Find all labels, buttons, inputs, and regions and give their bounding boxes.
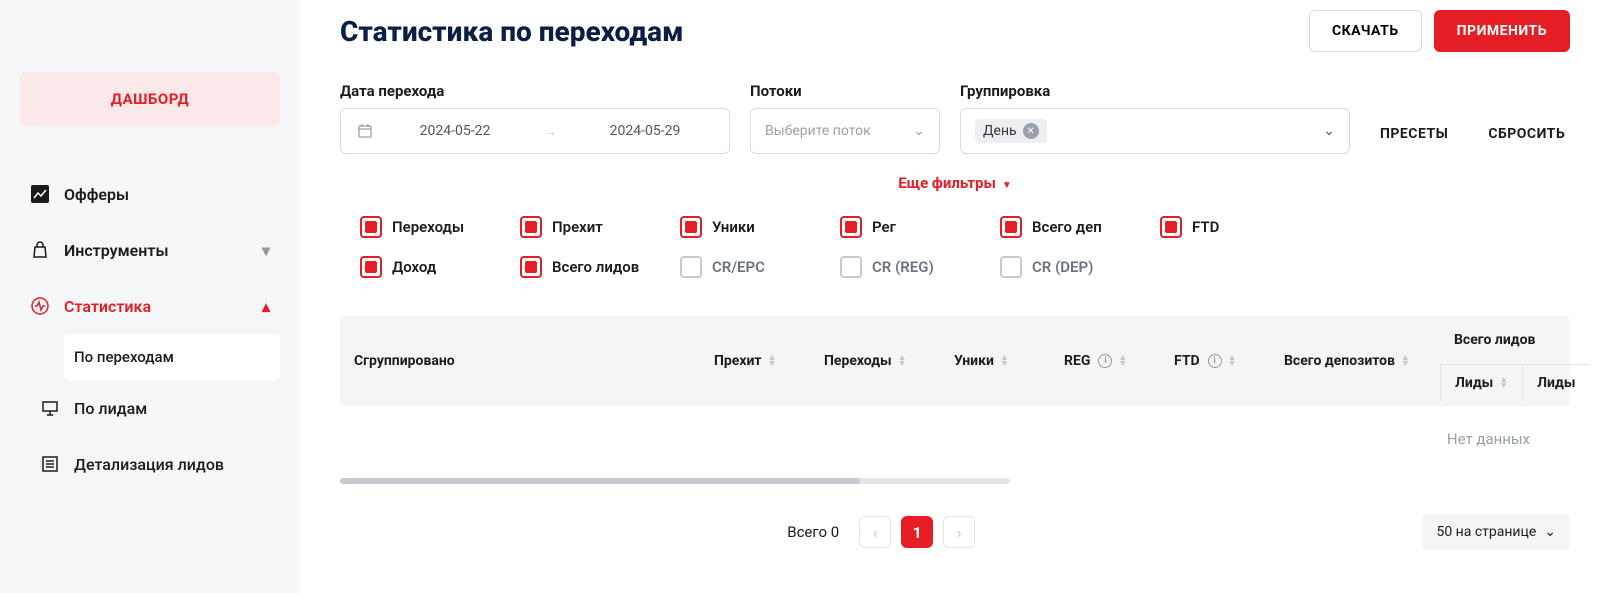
- sort-icon: ▲▼: [1499, 377, 1508, 389]
- chart-icon: [30, 184, 50, 204]
- col-toggle-crreg[interactable]: CR (REG): [840, 256, 980, 278]
- th-leads-sub2[interactable]: Лиды: [1522, 365, 1589, 401]
- th-prehit[interactable]: Прехит▲▼: [700, 353, 810, 369]
- sort-icon: ▲▼: [1401, 355, 1410, 367]
- column-toggles: Переходы Прехит Уники Рег Всего деп FTD …: [340, 216, 1570, 296]
- nav-label: Инструменты: [64, 241, 169, 260]
- list-icon: [40, 454, 60, 474]
- titlebar: Статистика по переходам СКАЧАТЬ ПРИМЕНИТ…: [340, 10, 1570, 52]
- th-uniques[interactable]: Уники▲▼: [940, 353, 1050, 369]
- reset-button[interactable]: СБРОСИТЬ: [1478, 114, 1575, 154]
- group-value: День: [983, 123, 1017, 139]
- subnav-by-clicks[interactable]: По переходам: [64, 334, 280, 380]
- nav-offers[interactable]: Офферы: [20, 166, 280, 222]
- chevron-up-icon: ▴: [262, 297, 270, 316]
- subnav-lead-detail[interactable]: Детализация лидов: [20, 436, 280, 492]
- sort-icon: ▲▼: [898, 355, 907, 367]
- close-icon[interactable]: ✕: [1023, 123, 1039, 139]
- table-header: Сгруппировано Прехит▲▼ Переходы▲▼ Уники▲…: [340, 316, 1570, 406]
- th-leads-sub1[interactable]: Лиды▲▼: [1440, 365, 1522, 401]
- presentation-icon: [40, 398, 60, 418]
- no-data-text: Нет данных: [340, 406, 1570, 448]
- chevron-down-icon: ⌄: [1544, 524, 1556, 540]
- th-clicks[interactable]: Переходы▲▼: [810, 353, 940, 369]
- sort-icon: ▲▼: [1118, 355, 1127, 367]
- download-button[interactable]: СКАЧАТЬ: [1309, 10, 1422, 52]
- triangle-down-icon: ▼: [1002, 180, 1012, 191]
- col-toggle-clicks[interactable]: Переходы: [360, 216, 500, 238]
- dashboard-button[interactable]: ДАШБОРД: [20, 72, 280, 126]
- total-count: Всего 0: [787, 523, 839, 541]
- date-separator: →: [543, 123, 557, 140]
- nav-stats[interactable]: Статистика ▴: [20, 278, 280, 334]
- col-toggle-crdep[interactable]: CR (DEP): [1000, 256, 1140, 278]
- chevron-down-icon: ▾: [262, 241, 270, 260]
- bag-icon: [30, 240, 50, 260]
- col-toggle-uniques[interactable]: Уники: [680, 216, 820, 238]
- info-icon[interactable]: i: [1098, 354, 1112, 368]
- date-from: 2024-05-22: [385, 123, 525, 139]
- group-label: Группировка: [960, 82, 1350, 100]
- sort-icon: ▲▼: [768, 355, 777, 367]
- horizontal-scrollbar[interactable]: [340, 478, 1010, 484]
- date-to: 2024-05-29: [575, 123, 715, 139]
- col-toggle-leads[interactable]: Всего лидов: [520, 256, 660, 278]
- nav-tools[interactable]: Инструменты ▾: [20, 222, 280, 278]
- col-toggle-income[interactable]: Доход: [360, 256, 500, 278]
- sidebar: ДАШБОРД Офферы Инструменты ▾ Статистика …: [0, 0, 300, 593]
- nav-label: Статистика: [64, 297, 151, 316]
- stats-table: Сгруппировано Прехит▲▼ Переходы▲▼ Уники▲…: [340, 316, 1570, 484]
- streams-label: Потоки: [750, 82, 940, 100]
- nav-label: Детализация лидов: [74, 455, 224, 474]
- th-leads: Всего лидов Лиды▲▼ Лиды: [1440, 322, 1589, 401]
- date-range-input[interactable]: 2024-05-22 → 2024-05-29: [340, 108, 730, 154]
- streams-select[interactable]: Выберите поток ⌄: [750, 108, 940, 154]
- info-icon[interactable]: i: [1208, 354, 1222, 368]
- pulse-icon: [30, 296, 50, 316]
- chevron-down-icon: ⌄: [1323, 123, 1335, 139]
- col-toggle-prehit[interactable]: Прехит: [520, 216, 660, 238]
- col-toggle-crepc[interactable]: CR/EPC: [680, 256, 820, 278]
- sort-icon: ▲▼: [1000, 355, 1009, 367]
- th-reg[interactable]: REGi▲▼: [1050, 353, 1160, 369]
- th-ftd[interactable]: FTDi▲▼: [1160, 353, 1270, 369]
- col-toggle-ftd[interactable]: FTD: [1160, 216, 1300, 238]
- sort-icon: ▲▼: [1228, 355, 1237, 367]
- table-footer: Всего 0 ‹ 1 › 50 на странице ⌄: [340, 514, 1570, 550]
- subnav-by-leads[interactable]: По лидам: [20, 380, 280, 436]
- streams-placeholder: Выберите поток: [765, 123, 871, 139]
- col-toggle-dep[interactable]: Всего деп: [1000, 216, 1140, 238]
- more-filters-toggle[interactable]: Еще фильтры▼: [340, 174, 1570, 192]
- date-label: Дата перехода: [340, 82, 730, 100]
- per-page-select[interactable]: 50 на странице ⌄: [1422, 514, 1570, 550]
- main-content: Статистика по переходам СКАЧАТЬ ПРИМЕНИТ…: [300, 0, 1600, 593]
- page-title: Статистика по переходам: [340, 15, 683, 48]
- nav-label: По лидам: [74, 399, 147, 418]
- nav-label: Офферы: [64, 185, 129, 204]
- stats-subnav: По переходам: [20, 334, 280, 380]
- group-select[interactable]: День ✕ ⌄: [960, 108, 1350, 154]
- pagination: Всего 0 ‹ 1 ›: [787, 516, 975, 548]
- calendar-icon: [355, 121, 375, 141]
- col-toggle-reg[interactable]: Рег: [840, 216, 980, 238]
- presets-button[interactable]: ПРЕСЕТЫ: [1370, 114, 1458, 154]
- chevron-down-icon: ⌄: [913, 123, 925, 139]
- th-grouped[interactable]: Сгруппировано: [340, 353, 700, 369]
- page-next[interactable]: ›: [943, 516, 975, 548]
- group-tag[interactable]: День ✕: [975, 119, 1047, 143]
- page-prev[interactable]: ‹: [859, 516, 891, 548]
- apply-button[interactable]: ПРИМЕНИТЬ: [1434, 10, 1570, 52]
- filters-row: Дата перехода 2024-05-22 → 2024-05-29 По…: [340, 82, 1570, 154]
- page-current[interactable]: 1: [901, 516, 933, 548]
- th-deposits[interactable]: Всего депозитов▲▼: [1270, 353, 1440, 369]
